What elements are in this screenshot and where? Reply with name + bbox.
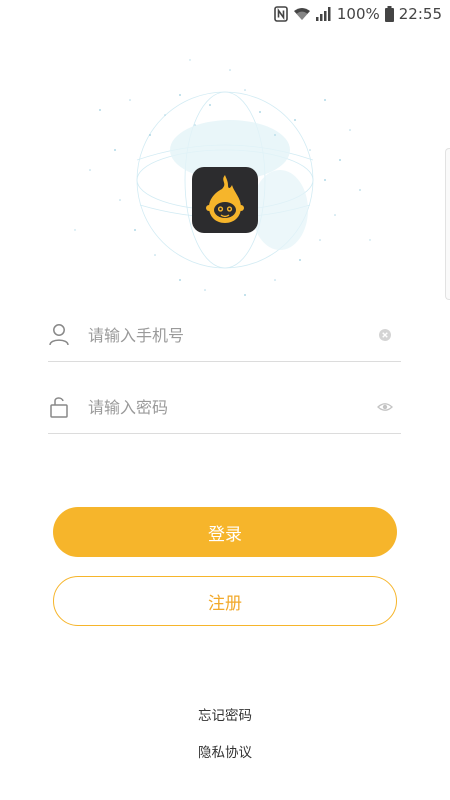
battery-percent: 100% xyxy=(336,5,380,23)
password-input[interactable] xyxy=(88,392,368,422)
monkey-flame-icon xyxy=(206,175,244,223)
user-icon xyxy=(48,323,70,347)
signal-icon xyxy=(315,7,332,21)
clear-icon[interactable] xyxy=(377,327,393,343)
eye-icon[interactable] xyxy=(377,399,393,415)
status-icons: 100% 22:55 xyxy=(274,4,442,24)
login-button[interactable]: 登录 xyxy=(53,507,397,557)
phone-field xyxy=(48,310,401,362)
edge-panel-handle[interactable] xyxy=(445,148,450,300)
forgot-password-link[interactable]: 忘记密码 xyxy=(0,704,450,724)
lock-icon xyxy=(48,395,70,419)
nfc-icon xyxy=(274,6,288,22)
app-logo xyxy=(192,167,258,233)
clock: 22:55 xyxy=(398,5,442,23)
phone-input[interactable] xyxy=(88,320,368,350)
battery-icon xyxy=(384,6,394,22)
privacy-policy-link[interactable]: 隐私协议 xyxy=(0,741,450,761)
wifi-icon xyxy=(293,7,311,21)
register-button[interactable]: 注册 xyxy=(53,576,397,626)
status-bar: 100% 22:55 xyxy=(0,0,450,28)
password-field xyxy=(48,382,401,434)
